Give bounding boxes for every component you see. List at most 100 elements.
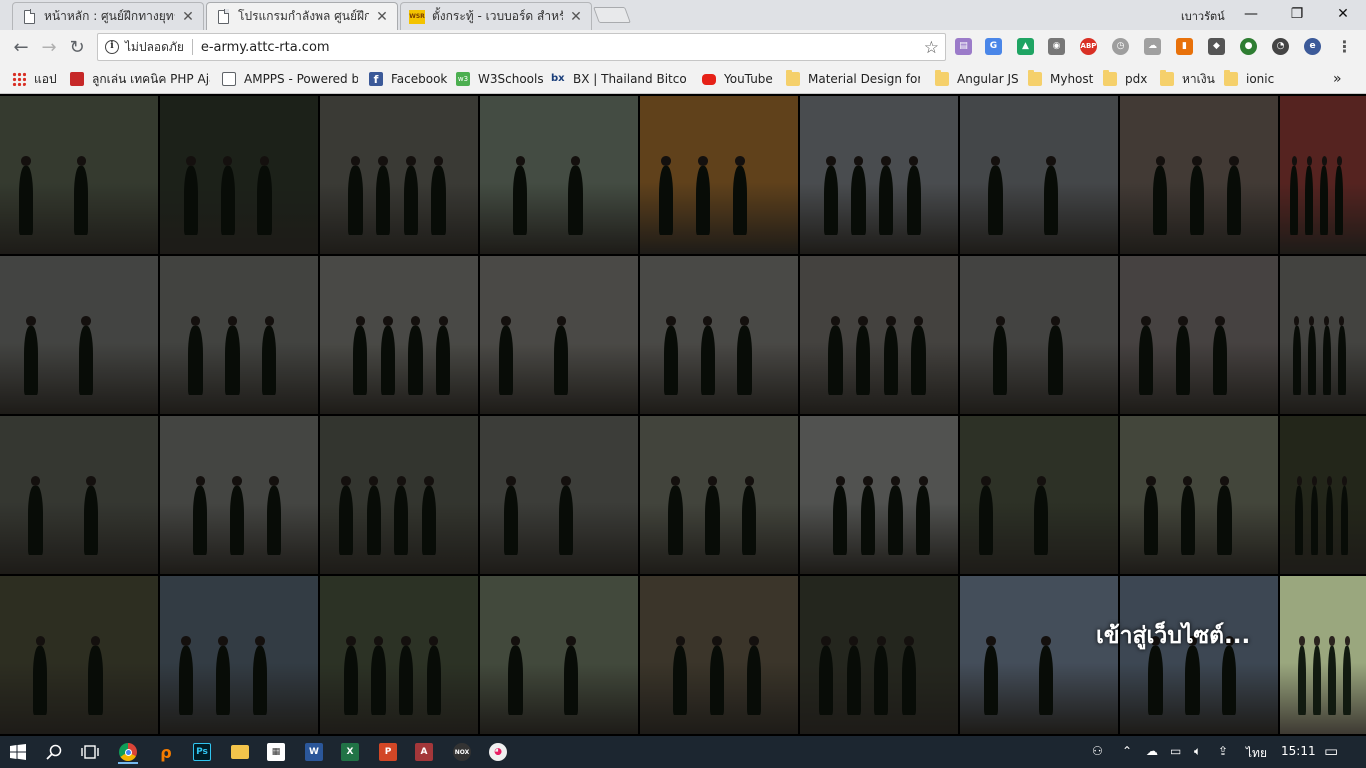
forward-arrow-icon[interactable]: → bbox=[38, 36, 60, 58]
google-drive-icon[interactable]: ▲ bbox=[1017, 38, 1034, 55]
gallery-photo[interactable] bbox=[960, 576, 1118, 734]
powerpoint-icon[interactable]: P bbox=[376, 740, 400, 764]
gallery-photo[interactable] bbox=[320, 96, 478, 254]
bookmark-folder-money[interactable]: หาเงิน bbox=[1160, 70, 1220, 88]
gallery-photo[interactable] bbox=[640, 416, 798, 574]
cloud-icon[interactable]: ☁ bbox=[1144, 38, 1161, 55]
gallery-photo[interactable] bbox=[160, 96, 318, 254]
bookmark-folder-ionic[interactable]: ionic bbox=[1224, 70, 1284, 88]
bookmark-folder-material[interactable]: Material Design for B bbox=[786, 70, 920, 88]
chrome-taskbar-icon[interactable] bbox=[116, 740, 140, 764]
gallery-photo[interactable] bbox=[0, 416, 158, 574]
close-window-button[interactable]: ✕ bbox=[1320, 0, 1366, 28]
camera-icon[interactable]: ◉ bbox=[1048, 38, 1065, 55]
gallery-photo[interactable] bbox=[1280, 96, 1366, 254]
gallery-photo[interactable] bbox=[1120, 576, 1278, 734]
gallery-photo[interactable] bbox=[1120, 96, 1278, 254]
task-view-icon[interactable] bbox=[78, 740, 102, 764]
bookmark-youtube[interactable]: YouTube bbox=[702, 70, 778, 88]
search-icon[interactable] bbox=[42, 740, 66, 764]
close-tab-icon[interactable]: ✕ bbox=[181, 9, 195, 25]
notification-icon[interactable]: ▭ bbox=[1324, 742, 1338, 760]
gallery-photo[interactable] bbox=[1120, 416, 1278, 574]
bookmark-star-icon[interactable]: ☆ bbox=[924, 38, 939, 58]
gallery-photo[interactable] bbox=[800, 96, 958, 254]
tab-home[interactable]: หน้าหลัก : ศูนย์ฝึกทางยุทธวิธี ✕ bbox=[12, 2, 204, 30]
bookmark-folder-myhost[interactable]: Myhost bbox=[1028, 70, 1094, 88]
input-language[interactable]: ไทย bbox=[1246, 744, 1267, 763]
search-app-icon[interactable]: ρ bbox=[154, 740, 178, 764]
gallery-photo[interactable] bbox=[960, 256, 1118, 414]
speed-icon[interactable]: ◔ bbox=[1272, 38, 1289, 55]
word-icon[interactable]: W bbox=[302, 740, 326, 764]
gallery-photo[interactable] bbox=[480, 256, 638, 414]
gallery-photo[interactable] bbox=[160, 256, 318, 414]
gallery-photo[interactable] bbox=[1280, 576, 1366, 734]
bookmark-w3schools[interactable]: w3 W3Schools bbox=[456, 70, 546, 88]
excel-icon[interactable]: X bbox=[338, 740, 362, 764]
extension-e-icon[interactable]: e bbox=[1304, 38, 1321, 55]
adblock-icon[interactable]: ABP bbox=[1080, 38, 1097, 55]
gallery-photo[interactable] bbox=[320, 576, 478, 734]
gallery-photo[interactable] bbox=[480, 96, 638, 254]
profile-name[interactable]: เบาวรัตน์ bbox=[1181, 7, 1225, 25]
gallery-photo[interactable] bbox=[1280, 256, 1366, 414]
bookmark-folder-pdx[interactable]: pdx bbox=[1103, 70, 1159, 88]
gallery-photo[interactable] bbox=[320, 256, 478, 414]
enter-website-link[interactable]: เข้าสู่เว็บไซต์... bbox=[1096, 618, 1250, 654]
gallery-photo[interactable] bbox=[480, 416, 638, 574]
gallery-photo[interactable] bbox=[1280, 416, 1366, 574]
tab-personnel-program[interactable]: โปรแกรมกำลังพล ศูนย์ฝึกทาง ✕ bbox=[206, 2, 398, 30]
bookmarks-overflow-button[interactable]: » bbox=[1333, 70, 1347, 88]
clock-icon[interactable]: ◷ bbox=[1112, 38, 1129, 55]
address-bar[interactable]: i ไม่ปลอดภัย e-army.attc-rta.com ☆ bbox=[97, 33, 946, 61]
bookmark-apps[interactable]: แอป bbox=[12, 70, 62, 88]
extension-pdf-icon[interactable]: ▤ bbox=[955, 38, 972, 55]
minimize-button[interactable]: — bbox=[1228, 0, 1274, 28]
gallery-photo[interactable] bbox=[0, 256, 158, 414]
bookmark-php-ajax[interactable]: ลูกเล่น เทคนิค PHP Ajax bbox=[70, 70, 210, 88]
security-status[interactable]: ไม่ปลอดภัย bbox=[125, 38, 184, 57]
reload-icon[interactable]: ↻ bbox=[66, 36, 88, 58]
bookmark-folder-angular[interactable]: Angular JS bbox=[935, 70, 1021, 88]
gallery-photo[interactable] bbox=[480, 576, 638, 734]
maximize-button[interactable]: ❐ bbox=[1274, 0, 1320, 28]
url-text[interactable]: e-army.attc-rta.com bbox=[201, 40, 330, 55]
gallery-photo[interactable] bbox=[0, 576, 158, 734]
people-icon[interactable]: ⚇ bbox=[1092, 744, 1103, 758]
photoshop-icon[interactable]: Ps bbox=[190, 740, 214, 764]
bookmark-bx[interactable]: bx BX | Thailand Bitcoin bbox=[551, 70, 686, 88]
gallery-photo[interactable] bbox=[800, 576, 958, 734]
gallery-photo[interactable] bbox=[160, 416, 318, 574]
gallery-photo[interactable] bbox=[160, 576, 318, 734]
file-explorer-icon[interactable] bbox=[228, 740, 252, 764]
globe-icon[interactable]: ● bbox=[1240, 38, 1257, 55]
store-icon[interactable]: ▦ bbox=[264, 740, 288, 764]
bookmark-facebook[interactable]: f Facebook bbox=[369, 70, 449, 88]
gallery-photo[interactable] bbox=[320, 416, 478, 574]
menu-kebab-icon[interactable]: ⋮ bbox=[1336, 38, 1353, 55]
network-icon[interactable]: ▭ bbox=[1170, 744, 1181, 758]
access-icon[interactable]: A bbox=[412, 740, 436, 764]
chevron-up-icon[interactable]: ⌃ bbox=[1122, 744, 1132, 758]
gallery-photo[interactable] bbox=[800, 256, 958, 414]
paint-icon[interactable]: ◕ bbox=[486, 740, 510, 764]
gallery-photo[interactable] bbox=[640, 96, 798, 254]
clock-time[interactable]: 15:11 bbox=[1281, 744, 1316, 758]
gallery-photo[interactable] bbox=[960, 416, 1118, 574]
close-tab-icon[interactable]: ✕ bbox=[569, 9, 583, 25]
bookmark-ampps[interactable]: AMPPS - Powered by bbox=[222, 70, 358, 88]
windows-start-icon[interactable] bbox=[6, 740, 30, 764]
volume-icon[interactable]: 🔈︎ bbox=[1194, 744, 1201, 759]
gallery-photo[interactable] bbox=[800, 416, 958, 574]
gallery-photo[interactable] bbox=[1120, 256, 1278, 414]
back-arrow-icon[interactable]: ← bbox=[10, 36, 32, 58]
gallery-photo[interactable] bbox=[960, 96, 1118, 254]
new-tab-button[interactable] bbox=[593, 7, 631, 23]
gallery-photo[interactable] bbox=[640, 256, 798, 414]
onedrive-icon[interactable]: ☁ bbox=[1146, 744, 1158, 758]
gallery-photo[interactable] bbox=[0, 96, 158, 254]
tab-webboard[interactable]: WSR ตั้งกระทู้ - เวบบอร์ด สำหรับ ✕ bbox=[400, 2, 592, 30]
upload-cloud-icon[interactable]: ⇪ bbox=[1218, 744, 1228, 758]
office-icon[interactable]: ▮ bbox=[1176, 38, 1193, 55]
